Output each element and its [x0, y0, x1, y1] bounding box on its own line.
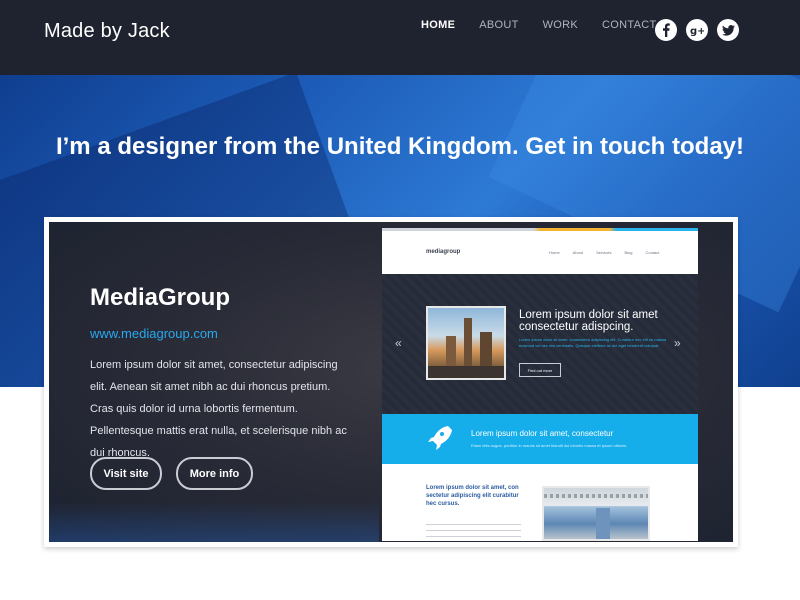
- tagline-text: I’m a designer from the United Kingdom.: [55, 133, 526, 160]
- preview-nav-item: Services: [596, 250, 612, 255]
- preview-nav-item: Contact: [645, 250, 660, 255]
- social-links: g+: [655, 19, 739, 41]
- building-interior-image: [542, 486, 650, 541]
- preview-nav-item: Blog: [624, 250, 633, 255]
- nav-work[interactable]: WORK: [543, 19, 578, 31]
- hero-tagline: I’m a designer from the United Kingdom. …: [0, 133, 800, 161]
- preview-lower-title: Lorem ipsum dolor sit amet, con sectetur…: [426, 485, 519, 507]
- project-title: MediaGroup: [90, 284, 231, 311]
- nav-contact[interactable]: CONTACT: [602, 19, 656, 31]
- twitter-icon[interactable]: [717, 19, 739, 41]
- svg-text:g+: g+: [690, 26, 704, 36]
- more-info-button[interactable]: More info: [176, 457, 253, 490]
- brand-logo[interactable]: Made by Jack: [44, 20, 170, 43]
- visit-site-button[interactable]: Visit site: [90, 457, 162, 490]
- google-plus-icon[interactable]: g+: [686, 19, 708, 41]
- preview-nav: mediagroup Home About Services Blog Cont…: [382, 231, 698, 274]
- preview-slider-heading: Lorem ipsum dolor sit amet consectetur a…: [519, 309, 658, 333]
- project-url-link[interactable]: www.mediagroup.com: [90, 326, 218, 341]
- facebook-icon[interactable]: [655, 19, 677, 41]
- project-card: MediaGroup www.mediagroup.com Lorem ipsu…: [44, 217, 738, 547]
- preview-band-title: Lorem ipsum dolor sit amet, consectetur: [471, 429, 614, 438]
- chevron-right-icon: »: [674, 336, 681, 350]
- nav-about[interactable]: ABOUT: [479, 19, 518, 31]
- tagline-cta[interactable]: Get in touch today!: [525, 133, 744, 160]
- preview-slider: « » Lorem ipsum dolor sit amet consectet…: [382, 274, 698, 414]
- preview-feature-band: Lorem ipsum dolor sit amet, consectetur …: [382, 414, 698, 464]
- preview-find-out-more: Find out more: [519, 363, 561, 377]
- chevron-left-icon: «: [395, 336, 402, 350]
- preview-nav-links: Home About Services Blog Contact: [549, 250, 659, 255]
- project-card-body: MediaGroup www.mediagroup.com Lorem ipsu…: [49, 222, 733, 542]
- preview-nav-item: About: [572, 250, 584, 255]
- preview-slider-text: Lorem ipsum dolor sit amet, consectetur …: [519, 337, 667, 348]
- website-preview-image: mediagroup Home About Services Blog Cont…: [382, 228, 698, 541]
- preview-nav-item: Home: [549, 250, 560, 255]
- nav-home[interactable]: HOME: [421, 19, 455, 31]
- site-header: Made by Jack HOME ABOUT WORK CONTACT g+: [0, 0, 800, 75]
- preview-lower-section: Lorem ipsum dolor sit amet, con sectetur…: [382, 464, 698, 541]
- preview-band-text: Etiam felis augue, porttitor in mauris s…: [471, 443, 628, 448]
- preview-logo: mediagroup: [426, 249, 461, 255]
- city-skyline-image: [426, 306, 506, 380]
- rocket-icon: [428, 426, 452, 450]
- project-description: Lorem ipsum dolor sit amet, consectetur …: [90, 359, 347, 459]
- main-nav: HOME ABOUT WORK CONTACT: [421, 19, 680, 31]
